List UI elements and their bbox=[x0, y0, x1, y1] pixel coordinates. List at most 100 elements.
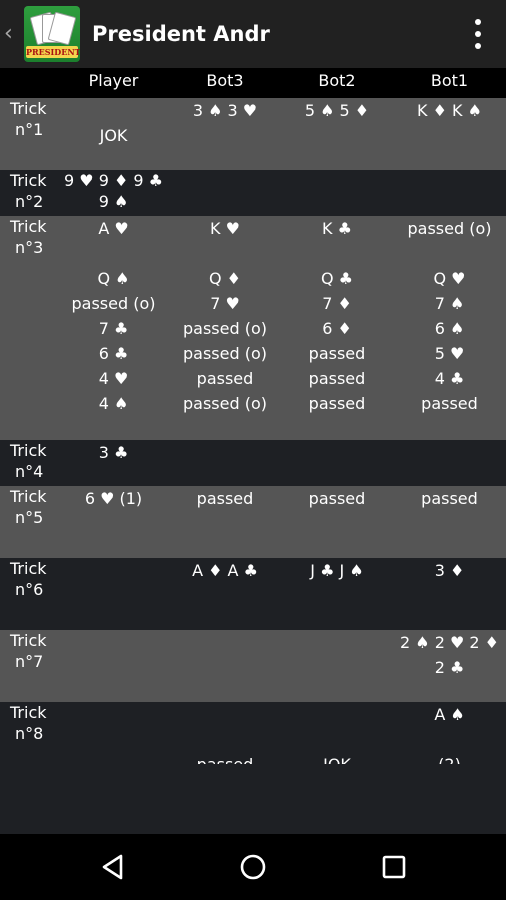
play-entry bbox=[281, 702, 393, 727]
play-entry: passed bbox=[421, 489, 478, 508]
trick-number: n°1 bbox=[15, 120, 44, 139]
play-entry: passed bbox=[308, 369, 366, 388]
trick-number: n°2 bbox=[15, 192, 44, 211]
header-spacer bbox=[0, 68, 58, 98]
play-entry: JOK bbox=[99, 126, 128, 145]
play-entry: JOK bbox=[281, 752, 393, 764]
header-bot1: Bot1 bbox=[430, 71, 469, 90]
nav-home-icon[interactable] bbox=[238, 852, 268, 882]
trick-word: Trick bbox=[10, 171, 47, 190]
play-entry: passed (o) bbox=[183, 394, 267, 413]
header-bot2: Bot2 bbox=[318, 71, 356, 90]
play-entry: 5 ♥ bbox=[434, 344, 465, 363]
play-entry: A ♦ A ♣ bbox=[192, 561, 258, 580]
play-entry: passed bbox=[308, 394, 366, 413]
trick-cell bbox=[58, 702, 169, 764]
play-entry bbox=[393, 241, 506, 266]
play-entry: 7 ♥ bbox=[210, 294, 240, 313]
back-chevron-icon[interactable]: ‹ bbox=[4, 0, 22, 68]
trick-row: Trick n°8 passedJOK A ♠ (2) bbox=[0, 702, 506, 764]
trick-number: n°7 bbox=[15, 652, 44, 671]
trick-cell: A ♥ Q ♠ passed (o) 7 ♣ 6 ♣ 4 ♥ 4 ♠ bbox=[58, 216, 169, 440]
trick-cell bbox=[58, 558, 169, 630]
play-entry: Q ♥ bbox=[433, 269, 466, 288]
trick-cell: JOK bbox=[281, 702, 393, 764]
trick-cell bbox=[393, 440, 506, 486]
play-entry: 4 ♠ bbox=[98, 394, 129, 413]
trick-label: Trick n°2 bbox=[0, 170, 58, 216]
play-entry bbox=[58, 98, 169, 123]
trick-cell: K ♥ Q ♦ 7 ♥ passed (o) passed (o) passed passe… bbox=[169, 216, 281, 440]
app-title: President Andr bbox=[92, 22, 270, 46]
trick-row: Trick n°2 9 ♥ 9 ♦ 9 ♣ 9 ♠ bbox=[0, 170, 506, 216]
play-entry: A ♥ bbox=[98, 219, 129, 238]
trick-label: Trick n°6 bbox=[0, 558, 58, 630]
trick-cell: 6 ♥ (1) bbox=[58, 486, 169, 558]
logo-banner: PRESIDENT bbox=[26, 46, 80, 58]
trick-cell bbox=[393, 170, 506, 216]
play-entry: passed (o) bbox=[407, 219, 492, 238]
trick-cell: 5 ♠ 5 ♦ bbox=[281, 98, 393, 170]
trick-number: n°3 bbox=[15, 238, 44, 257]
play-entry bbox=[169, 702, 281, 727]
trick-word: Trick bbox=[10, 703, 47, 722]
play-entry: 2 ♣ bbox=[434, 658, 465, 677]
trick-cell: 3 ♦ bbox=[393, 558, 506, 630]
trick-row: Trick n°1 JOK 3 ♠ 3 ♥ 5 ♠ 5 ♦ K ♦ K ♠ bbox=[0, 98, 506, 170]
trick-label: Trick n°8 bbox=[0, 702, 58, 764]
trick-label: Trick n°3 bbox=[0, 216, 58, 440]
play-entry bbox=[281, 727, 393, 752]
trick-row: Trick n°5 6 ♥ (1) passed passed passed bbox=[0, 486, 506, 558]
tricks-table[interactable]: Trick n°1 JOK 3 ♠ 3 ♥ 5 ♠ 5 ♦ K ♦ K ♠ Trick n°2… bbox=[0, 98, 506, 764]
trick-cell: 3 ♠ 3 ♥ bbox=[169, 98, 281, 170]
trick-cell bbox=[281, 170, 393, 216]
play-entry: (2) bbox=[393, 752, 506, 764]
trick-label: Trick n°5 bbox=[0, 486, 58, 558]
trick-cell: K ♦ K ♠ bbox=[393, 98, 506, 170]
play-entry bbox=[169, 241, 281, 266]
overflow-menu-icon[interactable] bbox=[466, 19, 490, 49]
system-nav-bar bbox=[0, 834, 506, 900]
trick-row: Trick n°6 A ♦ A ♣ J ♣ J ♠ 3 ♦ bbox=[0, 558, 506, 630]
header-bot3: Bot3 bbox=[206, 71, 244, 90]
table-footer-area bbox=[0, 764, 506, 834]
trick-label: Trick n°1 bbox=[0, 98, 58, 170]
trick-cell: J ♣ J ♠ bbox=[281, 558, 393, 630]
app-logo-icon[interactable]: PRESIDENT bbox=[24, 6, 80, 62]
trick-label: Trick n°4 bbox=[0, 440, 58, 486]
play-entry: 5 ♠ 5 ♦ bbox=[304, 101, 370, 120]
play-entry: 7 ♠ bbox=[434, 294, 465, 313]
trick-number: n°6 bbox=[15, 580, 44, 599]
play-entry: K ♣ bbox=[322, 219, 352, 238]
play-entry bbox=[281, 241, 393, 266]
play-entry: 4 ♥ bbox=[98, 369, 129, 388]
play-entry: passed bbox=[308, 489, 366, 508]
play-entry: 9 ♥ 9 ♦ 9 ♣ 9 ♠ bbox=[64, 171, 163, 211]
trick-cell: 9 ♥ 9 ♦ 9 ♣ 9 ♠ bbox=[58, 170, 169, 216]
trick-word: Trick bbox=[10, 559, 47, 578]
nav-back-icon[interactable] bbox=[99, 852, 129, 882]
play-entry: J ♣ J ♠ bbox=[310, 561, 364, 580]
play-entry: K ♥ bbox=[210, 219, 240, 238]
play-entry: 3 ♠ 3 ♥ bbox=[192, 101, 258, 120]
play-entry: A ♠ bbox=[434, 705, 465, 724]
trick-cell: passed bbox=[281, 486, 393, 558]
play-entry: 7 ♣ bbox=[98, 319, 129, 338]
trick-cell: passed (o) Q ♥ 7 ♠ 6 ♠ 5 ♥ 4 ♣ passed bbox=[393, 216, 506, 440]
play-entry: passed bbox=[421, 394, 478, 413]
play-entry: Q ♣ bbox=[320, 269, 354, 288]
play-entry: passed bbox=[308, 344, 366, 363]
play-entry: 6 ♣ bbox=[98, 344, 129, 363]
app-bar: ‹ PRESIDENT President Andr bbox=[0, 0, 506, 68]
trick-number: n°8 bbox=[15, 724, 44, 743]
header-player: Player bbox=[88, 71, 139, 90]
trick-cell: A ♠ (2) bbox=[393, 702, 506, 764]
play-entry: K ♦ K ♠ bbox=[417, 101, 482, 120]
trick-word: Trick bbox=[10, 441, 47, 460]
play-entry: passed bbox=[196, 489, 254, 508]
nav-recents-icon[interactable] bbox=[379, 852, 409, 882]
play-entry: 6 ♦ bbox=[322, 319, 352, 338]
trick-cell: 2 ♠ 2 ♥ 2 ♦ 2 ♣ bbox=[393, 630, 506, 702]
play-entry: 2 ♠ 2 ♥ 2 ♦ bbox=[400, 633, 499, 652]
trick-cell: passed bbox=[393, 486, 506, 558]
